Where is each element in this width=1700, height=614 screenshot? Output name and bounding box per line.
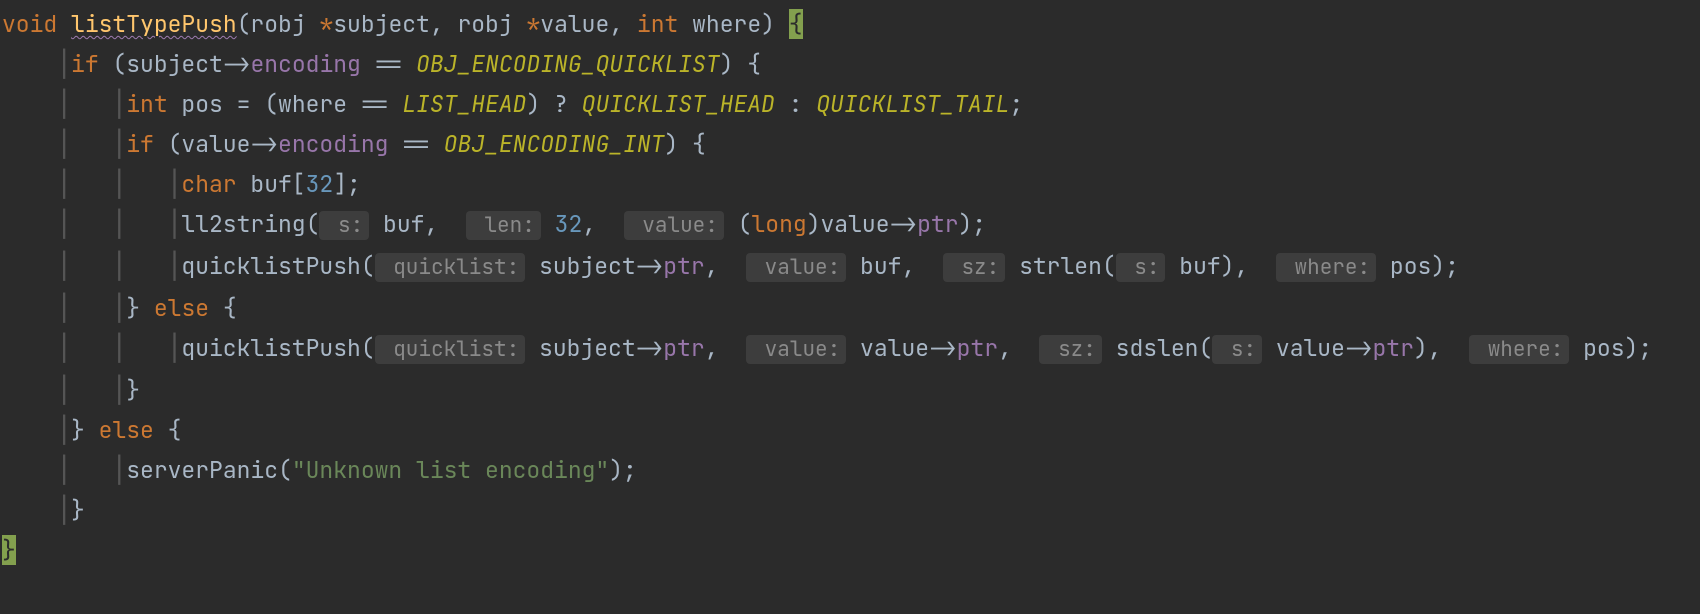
string-literal: "Unknown list encoding"	[292, 455, 609, 485]
param-hint-value: value:	[746, 335, 846, 364]
field-ptr: ptr	[957, 333, 998, 363]
const-quicklist-head: QUICKLIST_HEAD	[582, 89, 775, 119]
brace: }	[71, 495, 85, 525]
cursor-brace: {	[789, 9, 803, 39]
arg: value->	[846, 333, 956, 363]
param-hint-where: where:	[1276, 253, 1376, 282]
call-close: );	[959, 209, 987, 239]
comma: ,	[582, 209, 623, 239]
sig-part: (robj	[237, 9, 320, 39]
field-ptr: ptr	[663, 251, 704, 281]
brace: {	[154, 415, 182, 445]
keyword-if: if	[126, 129, 154, 159]
call-sdslen: sdslen(	[1102, 333, 1212, 363]
function-name: listTypePush	[71, 9, 237, 39]
sig-part: ,	[609, 9, 637, 39]
field-ptr: ptr	[917, 209, 958, 239]
const-obj-encoding-quicklist: OBJ_ENCODING_QUICKLIST	[416, 49, 720, 79]
param-hint-s: s:	[1212, 335, 1262, 364]
comma: ,	[705, 333, 746, 363]
comma: ,	[998, 333, 1039, 363]
param: where)	[678, 9, 788, 39]
keyword-char: char	[181, 169, 236, 199]
field-ptr: ptr	[1373, 333, 1414, 363]
expr: ];	[333, 169, 361, 199]
number-32: 32	[555, 209, 583, 239]
param-hint-where: where:	[1469, 335, 1569, 364]
number-32: 32	[306, 169, 334, 199]
call-close: );	[609, 455, 637, 485]
param-hint-value: value:	[624, 211, 724, 240]
const-obj-encoding-int: OBJ_ENCODING_INT	[444, 129, 665, 159]
keyword-int: int	[637, 9, 678, 39]
keyword-else: else	[154, 293, 209, 323]
arg: value->	[1262, 333, 1372, 363]
sig-part: , robj	[430, 9, 527, 39]
brace: {	[209, 293, 237, 323]
expr: pos = (where ==	[168, 89, 403, 119]
param: value	[540, 9, 609, 39]
call-quicklistpush: quicklistPush(	[181, 251, 374, 281]
field-ptr: ptr	[663, 333, 704, 363]
cast: )value->	[807, 209, 917, 239]
arg: buf,	[846, 251, 943, 281]
brace: }	[126, 375, 140, 405]
comma: ,	[705, 251, 746, 281]
cast: (	[724, 209, 752, 239]
expr: (subject->	[99, 49, 251, 79]
expr: (value->	[154, 129, 278, 159]
field-encoding: encoding	[278, 129, 388, 159]
param-hint-quicklist: quicklist:	[375, 335, 526, 364]
code-editor[interactable]: void listTypePush(robj *subject, robj *v…	[0, 0, 1700, 570]
const-list-head: LIST_HEAD	[402, 89, 526, 119]
cursor-brace: }	[2, 535, 16, 565]
brace: }	[126, 293, 140, 323]
param-hint-sz: sz:	[1039, 335, 1101, 364]
arg: buf,	[369, 209, 466, 239]
param-hint-s: s:	[1116, 253, 1166, 282]
param-hint-quicklist: quicklist:	[375, 253, 526, 282]
expr: ) {	[664, 129, 705, 159]
keyword-if: if	[71, 49, 99, 79]
param-hint-sz: sz:	[943, 253, 1005, 282]
call-quicklistpush: quicklistPush(	[181, 333, 374, 363]
semi: ;	[1009, 89, 1023, 119]
arg: pos);	[1376, 251, 1459, 281]
arg: buf),	[1165, 251, 1275, 281]
keyword-else: else	[99, 415, 154, 445]
star: *	[526, 9, 540, 39]
param-hint-value: value:	[746, 253, 846, 282]
param: subject	[333, 9, 430, 39]
param-hint-s: s:	[319, 211, 369, 240]
keyword-long: long	[751, 209, 806, 239]
call-ll2string: ll2string(	[181, 209, 319, 239]
expr: buf[	[237, 169, 306, 199]
expr: ) ?	[526, 89, 581, 119]
arg: subject->	[525, 333, 663, 363]
op: ==	[361, 49, 416, 79]
call-serverpanic: serverPanic(	[126, 455, 292, 485]
op: ==	[388, 129, 443, 159]
field-encoding: encoding	[250, 49, 360, 79]
call-strlen: strlen(	[1005, 251, 1115, 281]
arg: subject->	[525, 251, 663, 281]
brace: }	[71, 415, 85, 445]
star: *	[319, 9, 333, 39]
arg: pos);	[1569, 333, 1652, 363]
const-quicklist-tail: QUICKLIST_TAIL	[816, 89, 1009, 119]
expr: ) {	[720, 49, 761, 79]
expr: :	[775, 89, 816, 119]
arg: ),	[1414, 333, 1469, 363]
param-hint-len: len:	[466, 211, 541, 240]
keyword-void: void	[2, 9, 57, 39]
keyword-int: int	[126, 89, 167, 119]
